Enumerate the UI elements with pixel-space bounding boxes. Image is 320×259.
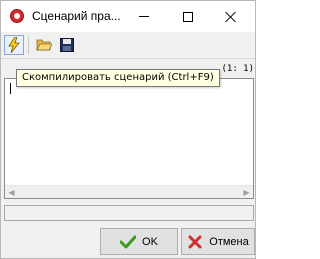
text-caret: [10, 83, 11, 94]
minimize-button[interactable]: [124, 1, 164, 32]
close-icon: [225, 11, 237, 23]
toolbar: [1, 32, 255, 59]
toolbar-separator: [28, 37, 29, 54]
compile-tooltip: Скомпилировать сценарий (Ctrl+F9): [16, 69, 220, 87]
app-icon: [10, 9, 24, 23]
maximize-button[interactable]: [168, 1, 208, 32]
maximize-icon: [183, 11, 193, 22]
cancel-x-icon: [187, 234, 203, 250]
open-button[interactable]: [34, 35, 54, 55]
cancel-button[interactable]: Отмена: [181, 228, 255, 255]
save-button[interactable]: [57, 35, 77, 55]
checkmark-icon: [120, 234, 137, 250]
ok-label: OK: [142, 235, 158, 248]
close-button[interactable]: [211, 1, 251, 32]
scroll-left-icon[interactable]: ◀: [5, 186, 18, 198]
title-bar[interactable]: Сценарий пра...: [1, 1, 255, 32]
cursor-position: (1: 1): [221, 64, 254, 74]
script-editor[interactable]: ◀ ▶: [4, 78, 254, 199]
script-dialog-window: Сценарий пра... (1: 1) ◀ ▶ Скомпилироват…: [0, 0, 256, 259]
window-title: Сценарий пра...: [32, 9, 121, 23]
compile-lightning-icon: [8, 37, 20, 53]
scroll-right-icon[interactable]: ▶: [240, 186, 253, 198]
ok-button[interactable]: OK: [100, 228, 178, 255]
minimize-icon: [139, 16, 149, 17]
open-folder-icon: [36, 39, 52, 51]
horizontal-scrollbar[interactable]: ◀ ▶: [5, 185, 253, 198]
save-disk-icon: [60, 38, 74, 52]
cancel-label: Отмена: [209, 235, 249, 248]
compile-button[interactable]: [4, 35, 24, 55]
status-field: [4, 205, 254, 221]
